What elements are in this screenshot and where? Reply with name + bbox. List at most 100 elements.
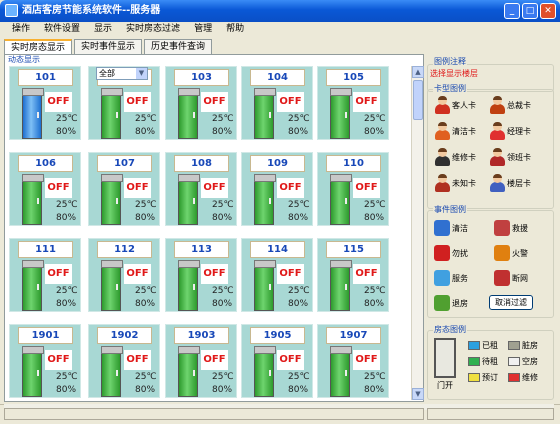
room-card[interactable]: 101 OFF 25℃ 80% [9, 66, 81, 140]
room-card[interactable]: 106 OFF 25℃ 80% [9, 152, 81, 226]
menu-manage[interactable]: 管理 [194, 22, 212, 37]
maximize-button[interactable]: □ [522, 3, 538, 19]
room-temperature: 25℃ [135, 286, 157, 296]
room-card[interactable]: 1903 OFF 25℃ 80% [165, 324, 237, 398]
card-legend-label: 楼层卡 [507, 178, 531, 188]
room-card[interactable]: 1901 OFF 25℃ 80% [9, 324, 81, 398]
close-button[interactable]: ✕ [540, 3, 556, 19]
room-humidity: 80% [135, 127, 156, 137]
card-legend-label: 经理卡 [507, 126, 531, 136]
power-status: OFF [124, 92, 151, 112]
card-legend-item: 经理卡 [489, 122, 531, 140]
tab-realtime-status[interactable]: 实时房态显示 [4, 39, 73, 55]
status-legend-item: 脏房 [508, 340, 538, 351]
chevron-down-icon[interactable]: ▼ [136, 68, 147, 79]
room-temperature: 25℃ [288, 372, 310, 382]
person-icon [434, 148, 450, 166]
tab-history-events[interactable]: 历史事件查询 [144, 39, 213, 54]
power-status: OFF [277, 350, 304, 370]
status-legend-label: 维修 [522, 373, 538, 382]
power-status: OFF [353, 92, 380, 112]
card-legend-label: 未知卡 [452, 178, 476, 188]
menu-filter[interactable]: 实时房态过滤 [126, 22, 180, 37]
tab-realtime-events[interactable]: 实时事件显示 [74, 39, 143, 54]
scroll-thumb[interactable] [413, 80, 423, 120]
room-number: 1907 [326, 327, 381, 344]
door-icon [178, 260, 200, 311]
room-temperature: 25℃ [288, 200, 310, 210]
card-legend-item: 楼层卡 [489, 174, 531, 192]
door-icon [254, 88, 276, 139]
room-card[interactable]: 105 OFF 25℃ 80% [317, 66, 389, 140]
power-status: OFF [353, 264, 380, 284]
room-humidity: 80% [364, 213, 385, 223]
door-icon [101, 88, 123, 139]
menu-settings[interactable]: 软件设置 [44, 22, 80, 37]
room-temperature: 25℃ [135, 114, 157, 124]
room-number: 105 [326, 69, 381, 86]
door-icon [330, 260, 352, 311]
room-card[interactable]: 107 OFF 25℃ 80% [88, 152, 160, 226]
room-temperature: 25℃ [288, 114, 310, 124]
power-status: OFF [201, 350, 228, 370]
room-card[interactable]: 1905 OFF 25℃ 80% [241, 324, 313, 398]
card-legend-label: 清洁卡 [452, 126, 476, 136]
event-icon [494, 270, 510, 286]
menu-help[interactable]: 帮助 [226, 22, 244, 37]
card-legend-item: 领班卡 [489, 148, 531, 166]
power-status: OFF [353, 178, 380, 198]
power-status: OFF [45, 178, 72, 198]
person-icon [434, 174, 450, 192]
event-legend-label: 服务 [452, 273, 468, 283]
room-card[interactable]: 104 OFF 25℃ 80% [241, 66, 313, 140]
status-legend-item: 已租 [468, 340, 498, 351]
room-card[interactable]: 111 OFF 25℃ 80% [9, 238, 81, 312]
room-card[interactable]: 114 OFF 25℃ 80% [241, 238, 313, 312]
room-temperature: 25℃ [135, 372, 157, 382]
door-open-label: 门开 [437, 381, 453, 390]
room-card[interactable]: 109 OFF 25℃ 80% [241, 152, 313, 226]
room-temperature: 25℃ [212, 114, 234, 124]
event-icon [434, 220, 450, 236]
room-number: 1903 [174, 327, 229, 344]
door-icon [330, 88, 352, 139]
menu-view[interactable]: 显示 [94, 22, 112, 37]
room-temperature: 25℃ [212, 200, 234, 210]
room-card[interactable]: 103 OFF 25℃ 80% [165, 66, 237, 140]
room-card[interactable]: 1907 OFF 25℃ 80% [317, 324, 389, 398]
window-title: 酒店客房节能系统软件--服务器 [22, 5, 161, 16]
power-status: OFF [277, 178, 304, 198]
event-legend-item: 救援 [494, 220, 528, 236]
room-number: 110 [326, 155, 381, 172]
room-number: 1905 [250, 327, 305, 344]
room-card[interactable]: 1902 OFF 25℃ 80% [88, 324, 160, 398]
room-card[interactable]: 115 OFF 25℃ 80% [317, 238, 389, 312]
status-legend-item: 待租 [468, 356, 498, 367]
room-humidity: 80% [135, 213, 156, 223]
room-card[interactable]: 112 OFF 25℃ 80% [88, 238, 160, 312]
event-legend-label: 断网 [512, 273, 528, 283]
status-swatch [508, 341, 520, 350]
room-humidity: 80% [212, 213, 233, 223]
room-card[interactable]: 113 OFF 25℃ 80% [165, 238, 237, 312]
room-card[interactable]: 110 OFF 25℃ 80% [317, 152, 389, 226]
vertical-scrollbar[interactable]: ▲ ▼ [411, 66, 424, 400]
power-status: OFF [201, 264, 228, 284]
menu-operate[interactable]: 操作 [12, 22, 30, 37]
room-number: 113 [174, 241, 229, 258]
floor-select[interactable]: 全部 ▼ [96, 67, 148, 80]
room-humidity: 80% [288, 299, 309, 309]
event-icon [494, 245, 510, 261]
room-humidity: 80% [288, 213, 309, 223]
room-number: 109 [250, 155, 305, 172]
door-icon [254, 346, 276, 397]
minimize-button[interactable]: _ [504, 3, 520, 19]
event-icon [434, 295, 450, 311]
power-status: OFF [277, 92, 304, 112]
card-legend-label: 总裁卡 [507, 100, 531, 110]
scroll-down-button[interactable]: ▼ [412, 388, 424, 400]
room-card[interactable]: 108 OFF 25℃ 80% [165, 152, 237, 226]
scroll-up-button[interactable]: ▲ [412, 66, 424, 78]
cancel-filter-button[interactable]: 取消过滤 [489, 295, 533, 310]
door-icon [330, 174, 352, 225]
